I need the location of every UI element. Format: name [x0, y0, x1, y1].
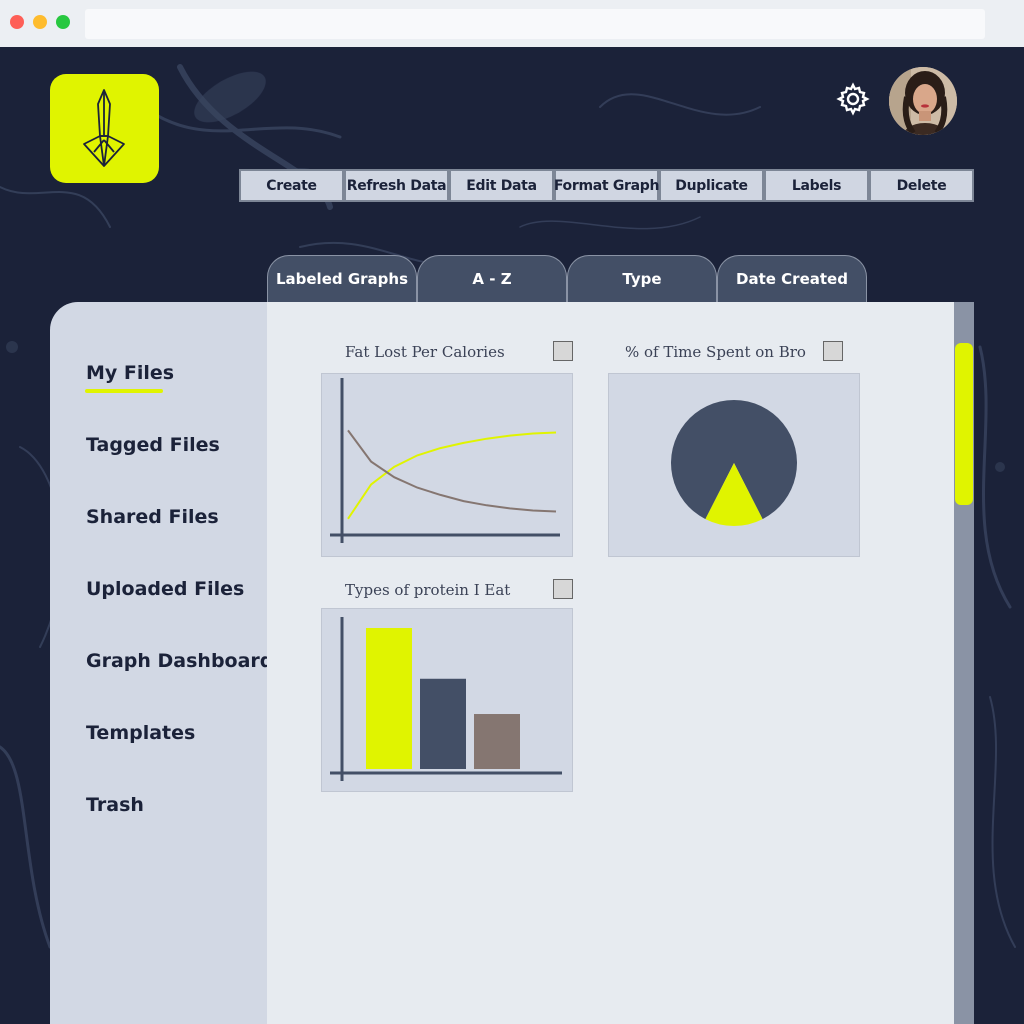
- bar-3: [474, 714, 520, 769]
- format-graph-button[interactable]: Format Graph: [554, 169, 659, 202]
- tab-a-z[interactable]: A - Z: [417, 255, 567, 302]
- main-panel: My Files Tagged Files Shared Files Uploa…: [50, 302, 974, 1024]
- graph-toolbar: Create Refresh Data Edit Data Format Gra…: [239, 169, 974, 202]
- duplicate-button[interactable]: Duplicate: [659, 169, 764, 202]
- tab-type[interactable]: Type: [567, 255, 717, 302]
- crystal-sword-icon: [83, 89, 125, 167]
- graph-card-bar[interactable]: [321, 608, 573, 792]
- scrollbar-thumb[interactable]: [955, 343, 973, 505]
- graph-card-pie[interactable]: [608, 373, 860, 557]
- profile-photo: [889, 67, 957, 135]
- bar-chart: [330, 617, 562, 781]
- graph-select-checkbox[interactable]: [823, 341, 843, 361]
- pie-chart: [671, 399, 797, 526]
- sidebar-item-trash[interactable]: Trash: [86, 794, 144, 816]
- create-button[interactable]: Create: [239, 169, 344, 202]
- sidebar: My Files Tagged Files Shared Files Uploa…: [50, 302, 273, 1024]
- close-window-button[interactable]: [10, 15, 24, 29]
- refresh-data-button[interactable]: Refresh Data: [344, 169, 449, 202]
- minimize-window-button[interactable]: [33, 15, 47, 29]
- sidebar-item-tagged-files[interactable]: Tagged Files: [86, 434, 220, 456]
- settings-button[interactable]: [836, 82, 870, 116]
- line-series-2: [347, 429, 557, 513]
- graph-title: Fat Lost Per Calories: [345, 343, 505, 361]
- sidebar-item-my-files[interactable]: My Files: [86, 362, 174, 384]
- line-chart: [330, 378, 560, 543]
- app-logo[interactable]: [50, 74, 159, 183]
- sort-tabs: Labeled Graphs A - Z Type Date Created: [267, 255, 867, 302]
- active-item-underline: [85, 389, 163, 393]
- tab-labeled-graphs[interactable]: Labeled Graphs: [267, 255, 417, 302]
- graph-select-checkbox[interactable]: [553, 579, 573, 599]
- maximize-window-button[interactable]: [56, 15, 70, 29]
- graph-select-checkbox[interactable]: [553, 341, 573, 361]
- avatar[interactable]: [889, 67, 957, 135]
- delete-button[interactable]: Delete: [869, 169, 974, 202]
- gear-icon: [836, 82, 870, 116]
- sidebar-item-graph-dashboard[interactable]: Graph Dashboard: [86, 650, 273, 672]
- sidebar-item-shared-files[interactable]: Shared Files: [86, 506, 219, 528]
- line-series-1: [347, 431, 557, 520]
- labels-button[interactable]: Labels: [764, 169, 869, 202]
- bar-1: [366, 628, 412, 769]
- bar-2: [420, 678, 466, 769]
- address-bar[interactable]: [85, 9, 985, 39]
- graph-grid: Fat Lost Per Calories % of Time Spent on…: [267, 302, 954, 1024]
- sidebar-item-templates[interactable]: Templates: [86, 722, 195, 744]
- sidebar-item-uploaded-files[interactable]: Uploaded Files: [86, 578, 244, 600]
- browser-chrome: [0, 0, 1024, 47]
- graph-title: Types of protein I Eat: [345, 581, 511, 599]
- graph-card-line[interactable]: [321, 373, 573, 557]
- tab-date-created[interactable]: Date Created: [717, 255, 867, 302]
- graph-title: % of Time Spent on Bro: [625, 343, 806, 361]
- edit-data-button[interactable]: Edit Data: [449, 169, 554, 202]
